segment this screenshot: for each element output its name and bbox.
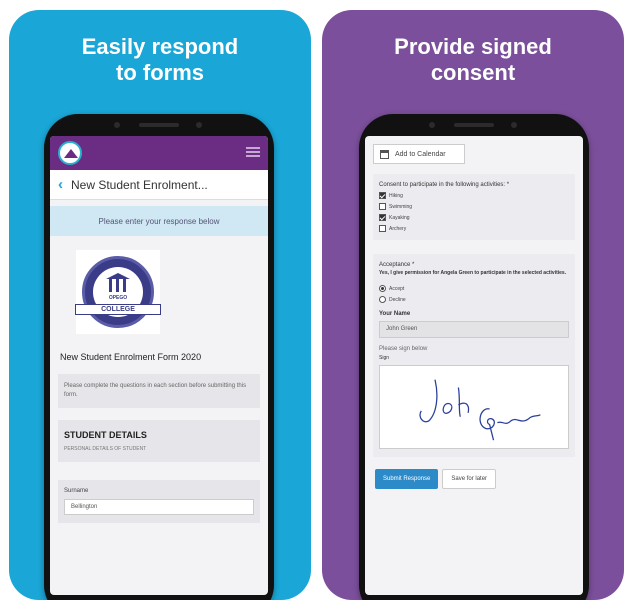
logo-banner-text: COLLEGE bbox=[75, 304, 161, 315]
phone-screen: ‹ New Student Enrolment... Please enter … bbox=[50, 136, 268, 595]
camera-icon bbox=[429, 122, 435, 128]
response-notice: Please enter your response below bbox=[50, 206, 268, 236]
promo-headline: Easily respond to forms bbox=[9, 34, 311, 86]
surname-input[interactable]: Bellington bbox=[64, 499, 254, 515]
signature-label: Please sign below bbox=[379, 346, 428, 352]
promo-headline: Provide signed consent bbox=[322, 34, 624, 86]
activity-label: Kayaking bbox=[389, 214, 410, 221]
form-title: New Student Enrolment Form 2020 bbox=[60, 352, 202, 362]
phone-frame: Add to Calendar Consent to participate i… bbox=[359, 114, 589, 600]
option-label: Accept bbox=[389, 285, 405, 292]
signature-hint: Sign bbox=[379, 355, 390, 361]
surname-label: Surname bbox=[64, 488, 89, 494]
section-panel: STUDENT DETAILS PERSONAL DETAILS OF STUD… bbox=[58, 420, 260, 462]
intro-panel: Please complete the questions in each se… bbox=[58, 374, 260, 408]
option-label: Decline bbox=[389, 296, 406, 303]
logo-top-text: OPEGO bbox=[108, 295, 128, 301]
submit-response-button[interactable]: Submit Response bbox=[375, 469, 439, 489]
camera-icon bbox=[114, 122, 120, 128]
headline-line-1: Provide signed bbox=[394, 34, 552, 59]
back-chevron-icon[interactable]: ‹ bbox=[58, 176, 63, 193]
activity-option[interactable]: Archery bbox=[379, 225, 569, 232]
accept-option[interactable]: Accept bbox=[379, 285, 569, 292]
calendar-button-label: Add to Calendar bbox=[395, 150, 446, 158]
activity-option[interactable]: Hiking bbox=[379, 192, 569, 199]
sensor-icon bbox=[196, 122, 202, 128]
acceptance-label: Acceptance * bbox=[379, 262, 415, 268]
headline-line-2: consent bbox=[430, 60, 516, 85]
activity-option[interactable]: Kayaking bbox=[379, 214, 569, 221]
promo-card-respond: Easily respond to forms ‹ New Student En… bbox=[9, 10, 311, 600]
menu-icon[interactable] bbox=[246, 147, 260, 157]
activity-option[interactable]: Swimming bbox=[379, 203, 569, 210]
radio-selected[interactable] bbox=[379, 285, 386, 292]
phone-frame: ‹ New Student Enrolment... Please enter … bbox=[44, 114, 274, 600]
signature-drawing bbox=[419, 379, 541, 441]
speaker-grille bbox=[454, 123, 494, 127]
section-subtitle: PERSONAL DETAILS OF STUDENT bbox=[64, 446, 147, 452]
checkbox-unchecked[interactable] bbox=[379, 203, 386, 210]
calendar-icon bbox=[380, 149, 389, 159]
page-title: New Student Enrolment... bbox=[71, 177, 208, 192]
headline-line-1: Easily respond bbox=[81, 34, 239, 59]
section-title: STUDENT DETAILS bbox=[64, 430, 147, 440]
acceptance-text: Yes, I give permission for Angela Green … bbox=[379, 270, 567, 276]
form-actions: Submit Response Save for later bbox=[375, 469, 583, 489]
save-for-later-button[interactable]: Save for later bbox=[442, 469, 497, 489]
headline-line-2: to forms bbox=[116, 60, 204, 85]
consent-panel: Consent to participate in the following … bbox=[373, 174, 575, 240]
name-input[interactable]: John Green bbox=[379, 321, 569, 338]
decline-option[interactable]: Decline bbox=[379, 296, 569, 303]
phone-screen: Add to Calendar Consent to participate i… bbox=[365, 136, 583, 595]
sensor-icon bbox=[511, 122, 517, 128]
add-to-calendar-button[interactable]: Add to Calendar bbox=[373, 144, 465, 164]
speaker-grille bbox=[139, 123, 179, 127]
name-label: Your Name bbox=[379, 311, 411, 317]
activity-label: Swimming bbox=[389, 203, 413, 210]
activity-label: Archery bbox=[389, 225, 407, 232]
promo-card-consent: Provide signed consent Add to Calendar C… bbox=[322, 10, 624, 600]
acceptance-panel: Acceptance * Yes, I give permission for … bbox=[373, 254, 575, 457]
app-logo-icon[interactable] bbox=[58, 141, 82, 165]
radio-unselected[interactable] bbox=[379, 296, 386, 303]
intro-text: Please complete the questions in each se… bbox=[64, 383, 247, 398]
consent-question: Consent to participate in the following … bbox=[379, 182, 510, 188]
checkbox-checked[interactable] bbox=[379, 192, 386, 199]
surname-panel: Surname Bellington bbox=[58, 480, 260, 523]
signature-pad[interactable] bbox=[379, 365, 569, 449]
activity-label: Hiking bbox=[389, 192, 403, 199]
title-bar: ‹ New Student Enrolment... bbox=[50, 170, 268, 200]
checkbox-unchecked[interactable] bbox=[379, 225, 386, 232]
college-logo: OPEGO COLLEGE bbox=[75, 250, 161, 334]
app-bar bbox=[50, 136, 268, 170]
checkbox-checked[interactable] bbox=[379, 214, 386, 221]
